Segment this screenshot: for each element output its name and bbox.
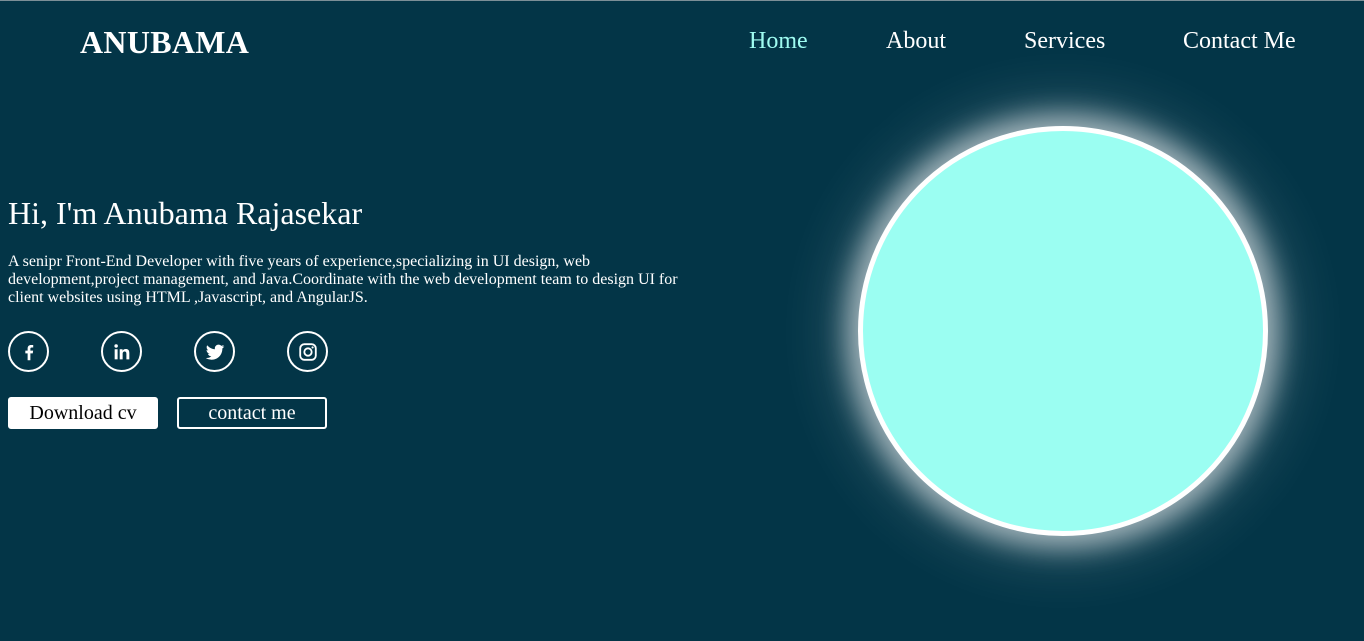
site-logo[interactable]: ANUBAMA: [80, 22, 249, 62]
nav-services[interactable]: Services: [1024, 26, 1105, 58]
instagram-link[interactable]: [287, 331, 328, 372]
nav-about[interactable]: About: [886, 26, 946, 58]
top-border-line: [0, 0, 1364, 1]
download-cv-button[interactable]: Download cv: [8, 397, 158, 429]
linkedin-icon: [111, 341, 133, 363]
profile-image-circle: [858, 126, 1268, 536]
hero-title: Hi, I'm Anubama Rajasekar: [8, 195, 363, 231]
facebook-icon: [18, 341, 40, 363]
facebook-link[interactable]: [8, 331, 49, 372]
linkedin-link[interactable]: [101, 331, 142, 372]
twitter-link[interactable]: [194, 331, 235, 372]
nav-home[interactable]: Home: [749, 26, 808, 58]
hero-description: A senipr Front-End Developer with five y…: [8, 253, 678, 306]
instagram-icon: [297, 341, 319, 363]
twitter-icon: [204, 341, 226, 363]
contact-me-button[interactable]: contact me: [177, 397, 327, 429]
nav-contact-me[interactable]: Contact Me: [1183, 26, 1296, 58]
